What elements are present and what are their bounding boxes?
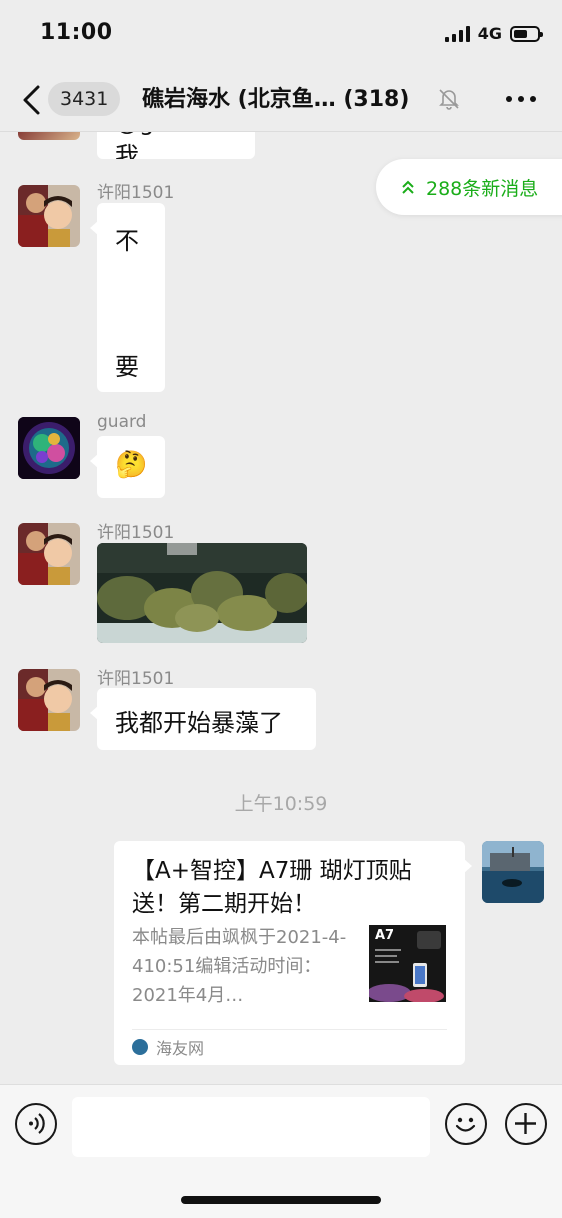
bell-off-icon	[439, 89, 459, 110]
network-type: 4G	[477, 24, 502, 43]
chevron-left-icon[interactable]	[20, 84, 44, 116]
card-source-name: 海友网	[156, 1039, 205, 1058]
chat-title[interactable]: 礁岩海水 (北京鱼… (318)	[142, 84, 409, 116]
chat-header: 3431 礁岩海水 (北京鱼… (318)	[0, 68, 562, 132]
message-bubble[interactable]: @guard 我	[97, 132, 255, 159]
image-message[interactable]	[97, 543, 307, 643]
double-chevron-up-icon	[402, 180, 414, 194]
more-dots-icon[interactable]	[506, 96, 536, 102]
battery-icon	[510, 25, 543, 42]
message-text: 要	[115, 353, 139, 381]
sender-name: 许阳1501	[97, 523, 175, 543]
message-list[interactable]: @guard 我 288条新消息 许阳1501 不 要	[0, 132, 562, 1084]
avatar[interactable]	[18, 132, 80, 140]
card-thumb-label: A7	[375, 928, 395, 943]
message-text: 我都开始暴藻了	[115, 709, 283, 737]
card-title: 【A+智控】A7珊 瑚灯顶贴送！第二期开始！	[132, 858, 412, 917]
signal-icon	[444, 25, 470, 42]
message-input[interactable]	[72, 1097, 430, 1157]
plus-circle-icon[interactable]	[505, 1103, 547, 1145]
sender-name: 许阳1501	[97, 669, 175, 689]
card-description: 本帖最后由飒枫于2021-4-410:51编辑活动时间：2021年4月…	[132, 927, 347, 1006]
avatar[interactable]	[18, 669, 80, 731]
my-avatar[interactable]	[482, 841, 544, 903]
message-text: @guard 我	[115, 132, 209, 159]
status-bar: 11:00 4G	[0, 0, 562, 68]
thinking-emoji: 🤔	[115, 450, 148, 480]
home-indicator[interactable]	[181, 1196, 381, 1204]
message-bubble[interactable]: 我都开始暴藻了	[90, 688, 316, 750]
link-card[interactable]: 【A+智控】A7珊 瑚灯顶贴送！第二期开始！ 本帖最后由飒枫于2021-4-41…	[114, 841, 472, 1065]
voice-icon[interactable]	[15, 1103, 57, 1145]
message-text: 不	[115, 227, 139, 255]
card-thumbnail: A7	[369, 925, 446, 1002]
status-time: 11:00	[40, 20, 113, 45]
source-logo-icon	[132, 1039, 148, 1055]
avatar[interactable]	[18, 417, 80, 479]
status-indicators: 4G	[444, 24, 543, 43]
message-bubble[interactable]: 不 要	[90, 203, 165, 392]
timestamp: 上午10:59	[234, 793, 328, 815]
unread-count-badge[interactable]: 3431	[48, 82, 121, 116]
avatar[interactable]	[18, 185, 80, 247]
avatar[interactable]	[18, 523, 80, 585]
message-bubble[interactable]: 🤔	[90, 436, 165, 498]
new-messages-label: 288条新消息	[426, 177, 539, 200]
emoji-icon[interactable]	[445, 1103, 487, 1145]
reef-aquarium-photo	[97, 543, 307, 643]
sender-name: 许阳1501	[97, 183, 175, 203]
sender-name: guard	[97, 412, 147, 432]
card-divider	[132, 1029, 447, 1030]
card-source: 海友网	[132, 1035, 204, 1059]
new-messages-button[interactable]: 288条新消息	[376, 159, 562, 215]
